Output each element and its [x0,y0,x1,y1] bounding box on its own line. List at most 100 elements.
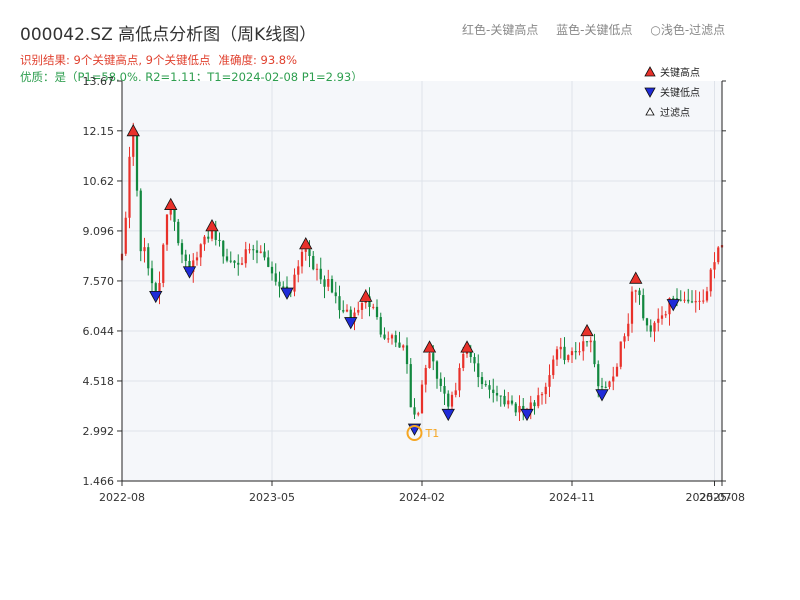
candle-body [244,249,247,264]
candle-body [642,295,645,319]
candle-body [240,263,244,265]
candle-body [398,342,401,348]
candle-body [139,190,142,252]
candle-body [177,221,180,244]
candle-body [435,361,439,379]
candle-body [582,341,585,352]
candle-body [518,405,521,413]
candlestick-chart: T1 1.466 2.992 4.518 6.044 7.570 9.096 10.62 12… [83,66,745,504]
candle-body [319,268,322,280]
candle-body [672,298,675,300]
candle-body [709,269,712,292]
candle-body [327,279,330,287]
candle-body [312,256,315,270]
candle-body [495,392,499,396]
candle-body [248,249,251,251]
candle-body [274,273,277,282]
candle-body [690,301,694,303]
candle-body [342,310,345,312]
candle-body [132,133,135,157]
candle-body [660,315,664,319]
candle-body [488,385,491,390]
candle-body [499,395,502,397]
candle-body [638,290,641,296]
candle-body [657,318,660,323]
candle-body [443,386,446,394]
x-tick-label: 2024-11 [549,491,595,504]
candle-body [585,341,589,343]
candle-body [165,214,169,245]
candle-body [432,353,435,362]
candle-body [214,230,217,240]
candle-body [143,247,146,252]
y-tick-label: 7.570 [83,275,115,288]
candle-body [330,279,334,293]
candle-body [567,355,570,361]
candle-body [394,335,397,343]
candle-body [630,291,634,324]
x-tick-label: 2024-02 [399,491,445,504]
candle-body [259,251,262,253]
candle-body [484,384,487,386]
candle-body [124,217,127,254]
x-tick-label: 2022-08 [99,491,145,504]
y-tick-label: 1.466 [83,475,115,488]
candle-body [375,306,379,318]
candle-body [480,377,484,385]
candle-body [300,251,304,267]
candle-body [679,299,682,301]
candle-body [278,281,281,287]
candle-body [338,296,341,311]
candle-body [297,266,300,275]
candle-body [713,262,716,270]
candle-body [664,314,667,316]
candle-body [649,325,652,332]
y-tick-label: 10.62 [83,175,115,188]
candle-body [717,247,720,263]
candle-body [180,243,184,255]
candle-body [702,300,705,302]
candle-body [147,247,150,269]
candle-body [687,299,690,302]
candle-body [578,351,581,353]
candle-body [387,338,390,340]
candle-body [413,407,416,415]
candle-body [417,413,420,415]
candle-body [608,381,611,387]
candle-body [514,403,517,413]
candle-body [184,254,187,261]
candle-body [447,393,450,407]
candle-body [203,236,206,245]
x-tick-label: 2025-08 [699,491,745,504]
candle-body [503,395,506,405]
candle-body [229,260,232,262]
t1-label: T1 [425,427,440,440]
candle-body [439,378,442,387]
candle-body [597,364,600,387]
candle-body [372,306,375,308]
candle-body [405,345,409,365]
candle-body [357,309,360,313]
candle-body [683,299,686,301]
candle-body [600,386,604,388]
candle-body [267,257,270,267]
candle-body [593,340,596,365]
legend-marker-high [644,66,656,77]
candle-body [308,249,311,257]
candle-body [589,340,592,343]
candle-body [555,349,559,360]
y-tick-label: 13.67 [83,75,115,88]
candle-body [233,260,236,263]
candle-body [623,336,626,342]
candle-body [420,384,424,414]
candle-body [619,341,622,367]
candle-body [270,266,274,274]
candle-body [150,268,154,284]
candle-body [207,236,210,239]
candle-body [135,133,139,191]
y-tick-label: 6.044 [83,325,115,338]
candle-body [218,239,221,241]
candle-body [252,249,255,251]
candle-body [225,256,229,261]
candle-body [263,251,266,258]
